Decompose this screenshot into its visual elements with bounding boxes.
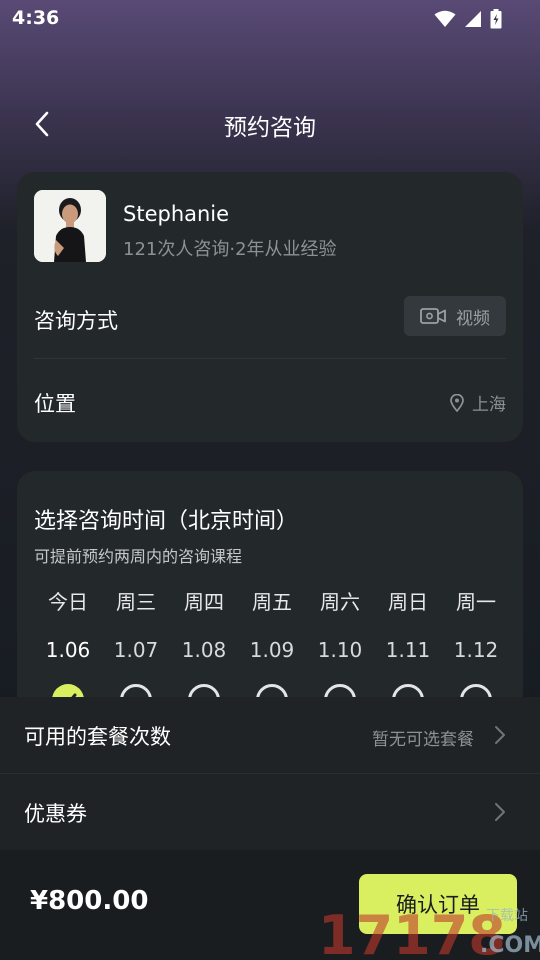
avatar[interactable] bbox=[34, 190, 106, 262]
coupon-label: 优惠券 bbox=[24, 802, 87, 826]
location-pin-icon bbox=[450, 393, 464, 412]
day-name: 周一 bbox=[456, 590, 496, 614]
advisor-name: Stephanie bbox=[123, 202, 230, 226]
nav-bar: 预约咨询 bbox=[0, 92, 540, 154]
day-name: 周三 bbox=[116, 590, 156, 614]
day-name: 今日 bbox=[48, 590, 88, 614]
status-icons bbox=[434, 9, 502, 29]
day-date: 1.06 bbox=[45, 638, 91, 662]
location-value: 上海 bbox=[450, 390, 506, 415]
day-name: 周六 bbox=[320, 590, 360, 614]
day-name: 周四 bbox=[184, 590, 224, 614]
video-camera-icon bbox=[420, 308, 446, 324]
status-time: 4:36 bbox=[12, 7, 60, 29]
price-total: ¥800.00 bbox=[30, 886, 149, 916]
confirm-order-button[interactable]: 确认订单 bbox=[359, 874, 517, 934]
page-title: 预约咨询 bbox=[224, 115, 316, 141]
package-row[interactable]: 可用的套餐次数 暂无可选套餐 bbox=[0, 697, 540, 773]
day-date: 1.09 bbox=[249, 638, 295, 662]
day-date: 1.08 bbox=[181, 638, 227, 662]
divider bbox=[34, 358, 506, 359]
day-date: 1.07 bbox=[113, 638, 159, 662]
consult-method-label: 咨询方式 bbox=[34, 309, 118, 333]
location-text: 上海 bbox=[472, 395, 506, 415]
consult-method-chip[interactable]: 视频 bbox=[404, 296, 506, 336]
signal-icon bbox=[465, 11, 481, 27]
day-date: 1.12 bbox=[453, 638, 499, 662]
advisor-photo bbox=[34, 190, 106, 262]
day-date: 1.10 bbox=[317, 638, 363, 662]
day-name: 周五 bbox=[252, 590, 292, 614]
advisor-card: Stephanie 121次人咨询·2年从业经验 咨询方式 视频 位置 上海 bbox=[17, 172, 523, 442]
package-value: 暂无可选套餐 bbox=[372, 730, 474, 750]
day-name: 周日 bbox=[388, 590, 428, 614]
battery-icon bbox=[490, 9, 502, 29]
location-label: 位置 bbox=[34, 392, 76, 416]
schedule-title: 选择咨询时间（北京时间） bbox=[34, 509, 299, 534]
package-label: 可用的套餐次数 bbox=[24, 725, 171, 749]
chevron-right-icon bbox=[495, 726, 505, 744]
chevron-right-icon bbox=[495, 803, 505, 821]
schedule-subtitle: 可提前预约两周内的咨询课程 bbox=[34, 547, 243, 566]
day-date: 1.11 bbox=[385, 638, 431, 662]
advisor-meta: 121次人咨询·2年从业经验 bbox=[123, 239, 337, 260]
coupon-row[interactable]: 优惠券 bbox=[0, 774, 540, 850]
bottom-sheet: 可用的套餐次数 暂无可选套餐 优惠券 ¥800.00 确认订单 bbox=[0, 697, 540, 960]
page: 4:36 预约咨询 Stephanie 121次人咨询·2年从业经验 咨询方式 … bbox=[0, 0, 540, 960]
wifi-icon bbox=[434, 10, 456, 27]
status-bar: 4:36 bbox=[0, 0, 540, 36]
checkout-footer: ¥800.00 确认订单 bbox=[0, 850, 540, 960]
consult-method-value: 视频 bbox=[456, 308, 490, 329]
